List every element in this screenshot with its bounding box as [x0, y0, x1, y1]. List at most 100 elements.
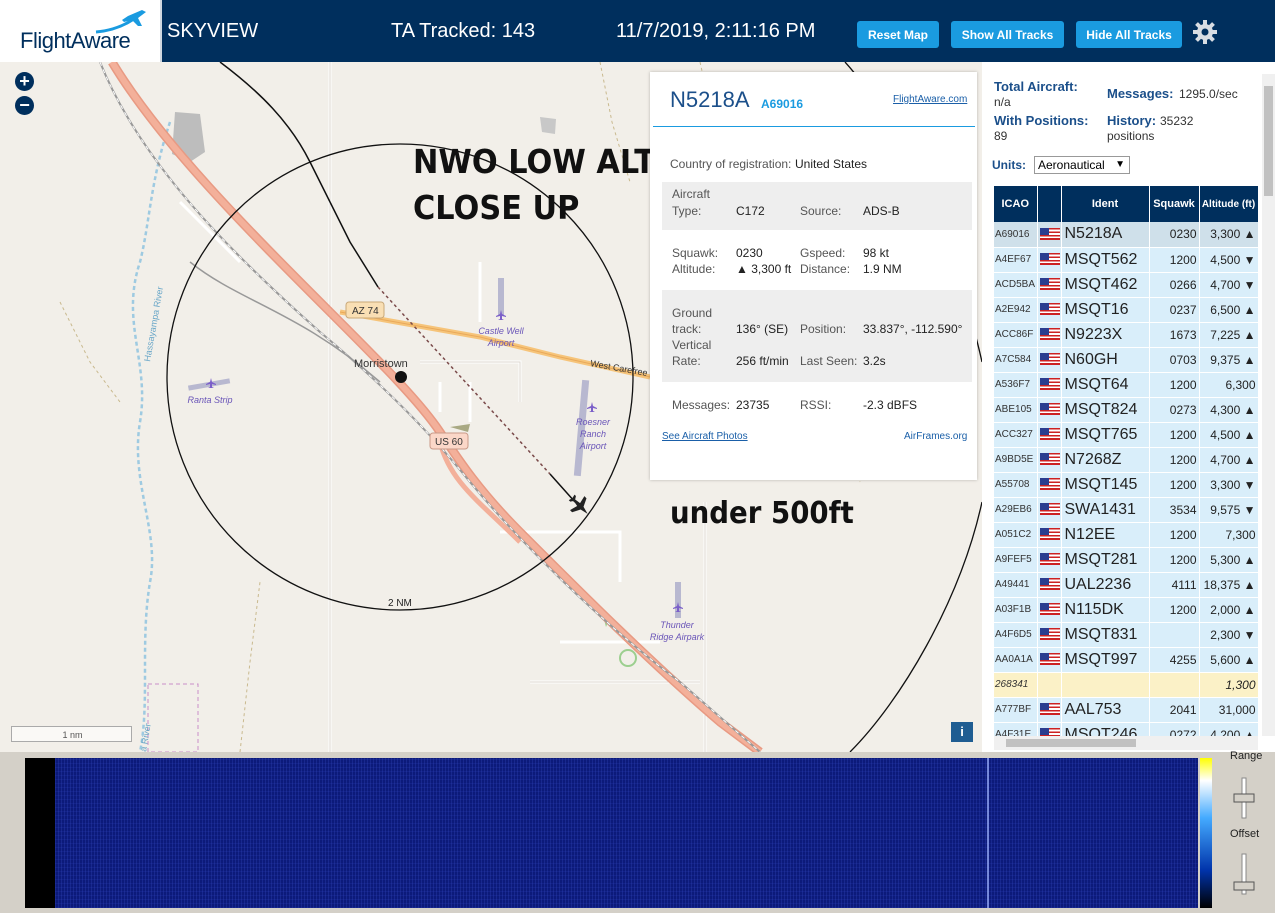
waterfall-colorbar	[1200, 758, 1212, 908]
us-flag-icon	[1039, 553, 1060, 566]
flightaware-logo[interactable]: FlightAware	[0, 0, 162, 62]
column-header-icao[interactable]: ICAO	[994, 186, 1038, 222]
column-header-squawk[interactable]: Squawk	[1149, 186, 1200, 222]
row-altitude: 6,300	[1199, 372, 1258, 398]
row-ident: MSQT831	[1061, 622, 1150, 648]
us-flag-icon	[1039, 303, 1060, 316]
row-icao: A4EF67	[994, 247, 1038, 273]
column-header-flag[interactable]	[1037, 186, 1062, 222]
table-row[interactable]: A29EB6 SWA1431 3534 9,575 ▼	[994, 497, 1258, 523]
us-flag-icon	[1039, 653, 1060, 666]
row-squawk: 1200	[1149, 597, 1200, 623]
row-icao: A4F6D5	[994, 622, 1038, 648]
row-altitude: 6,500 ▲	[1199, 297, 1258, 323]
column-header-ident[interactable]: Ident	[1061, 186, 1150, 222]
vertical-scroll-thumb[interactable]	[1264, 86, 1273, 196]
row-icao: A9BD5E	[994, 447, 1038, 473]
row-squawk: 1200	[1149, 547, 1200, 573]
zoom-in-button[interactable]: +	[15, 72, 34, 91]
row-icao: A03F1B	[994, 597, 1038, 623]
logo-text: FlightAware	[20, 28, 131, 53]
table-row[interactable]: ACC86F N9223X 1673 7,225 ▲	[994, 322, 1258, 348]
table-row[interactable]: A7C584 N60GH 0703 9,375 ▲	[994, 347, 1258, 373]
info-button[interactable]: i	[951, 722, 973, 742]
row-squawk: 0237	[1149, 297, 1200, 323]
last-seen-value: 3.2s	[863, 354, 886, 368]
horizontal-scrollbar[interactable]	[994, 736, 1258, 750]
row-flag	[1037, 547, 1062, 573]
flightaware-link[interactable]: FlightAware.com	[893, 94, 967, 105]
table-row[interactable]: A49441 UAL2236 4111 18,375 ▲	[994, 572, 1258, 598]
row-altitude: 5,600 ▲	[1199, 647, 1258, 673]
table-row[interactable]: A03F1B N115DK 1200 2,000 ▲	[994, 597, 1258, 623]
table-row[interactable]: A9FEF5 MSQT281 1200 5,300 ▲	[994, 547, 1258, 573]
roesner-label: Roesner	[576, 417, 611, 427]
us60-label: US 60	[435, 437, 463, 448]
az74-label: AZ 74	[352, 306, 379, 317]
row-squawk: 1200	[1149, 422, 1200, 448]
table-row[interactable]: ACD5BA MSQT462 0266 4,700 ▼	[994, 272, 1258, 298]
table-row[interactable]: A69016 N5218A 0230 3,300 ▲	[994, 222, 1258, 248]
us-flag-icon	[1039, 503, 1060, 516]
row-squawk	[1149, 622, 1200, 648]
row-ident: MSQT64	[1061, 372, 1150, 398]
table-row[interactable]: A536F7 MSQT64 1200 6,300	[994, 372, 1258, 398]
column-header-altitude[interactable]: Altitude (ft)	[1199, 186, 1258, 222]
horizontal-scroll-thumb[interactable]	[1006, 739, 1136, 747]
table-row[interactable]: A4EF67 MSQT562 1200 4,500 ▼	[994, 247, 1258, 273]
table-row[interactable]: A55708 MSQT145 1200 3,300 ▼	[994, 472, 1258, 498]
skyview-app: FlightAware SKYVIEW TA Tracked: 143 11/7…	[0, 0, 1275, 913]
hide-all-tracks-button[interactable]: Hide All Tracks	[1076, 21, 1182, 48]
reset-map-button[interactable]: Reset Map	[857, 21, 939, 48]
aircraft-sidebar: Total Aircraft: n/a Messages: 1295.0/sec…	[982, 62, 1275, 752]
row-icao: 268341	[994, 672, 1038, 698]
table-row[interactable]: A777BF AAL753 2041 31,000	[994, 697, 1258, 723]
row-squawk: 1200	[1149, 447, 1200, 473]
zoom-out-button[interactable]: −	[15, 96, 34, 115]
table-row[interactable]: AA0A1A MSQT997 4255 5,600 ▲	[994, 647, 1258, 673]
us-flag-icon	[1039, 378, 1060, 391]
show-all-tracks-button[interactable]: Show All Tracks	[951, 21, 1064, 48]
row-altitude: 9,375 ▲	[1199, 347, 1258, 373]
ground-track-value: 136° (SE)	[736, 322, 789, 336]
row-squawk: 4255	[1149, 647, 1200, 673]
row-ident: MSQT281	[1061, 547, 1150, 573]
popup-divider	[653, 126, 975, 127]
row-ident: SWA1431	[1061, 497, 1150, 523]
row-flag	[1037, 572, 1062, 598]
row-squawk: 1673	[1149, 322, 1200, 348]
aircraft-photos-link[interactable]: See Aircraft Photos	[662, 431, 748, 442]
row-squawk: 1200	[1149, 472, 1200, 498]
popup-icao: A69016	[761, 97, 804, 111]
table-row[interactable]: ACC327 MSQT765 1200 4,500 ▲	[994, 422, 1258, 448]
row-flag	[1037, 272, 1062, 298]
table-row[interactable]: A2E942 MSQT16 0237 6,500 ▲	[994, 297, 1258, 323]
current-datetime: 11/7/2019, 2:11:16 PM	[616, 20, 816, 42]
offset-slider[interactable]	[1232, 852, 1256, 896]
row-ident: N5218A	[1061, 222, 1150, 248]
altitude-label: Altitude:	[672, 262, 716, 276]
table-row[interactable]: A051C2 N12EE 1200 7,300	[994, 522, 1258, 548]
row-altitude: 7,225 ▲	[1199, 322, 1258, 348]
units-select[interactable]: Aeronautical ▼	[1034, 156, 1130, 174]
row-squawk: 1200	[1149, 247, 1200, 273]
vertical-scrollbar[interactable]	[1262, 74, 1275, 736]
range-slider[interactable]	[1232, 776, 1256, 820]
table-row[interactable]: A9BD5E N7268Z 1200 4,700 ▲	[994, 447, 1258, 473]
row-flag	[1037, 697, 1062, 723]
table-row[interactable]: ABE105 MSQT824 0273 4,300 ▲	[994, 397, 1258, 423]
roesner-label-2: Ranch	[580, 429, 606, 439]
distance-value: 1.9 NM	[863, 262, 902, 276]
gear-icon[interactable]	[1192, 19, 1218, 45]
ground-track-label-2: track:	[672, 322, 702, 336]
squawk-value: 0230	[736, 246, 763, 260]
table-row[interactable]: 268341 1,300	[994, 672, 1258, 698]
table-row[interactable]: A4F6D5 MSQT831 2,300 ▼	[994, 622, 1258, 648]
units-select-value: Aeronautical	[1038, 158, 1105, 172]
row-flag	[1037, 522, 1062, 548]
row-icao: ACC327	[994, 422, 1038, 448]
row-squawk: 0703	[1149, 347, 1200, 373]
airframes-link[interactable]: AirFrames.org	[904, 431, 967, 442]
row-flag	[1037, 397, 1062, 423]
position-value: 33.837°, -112.590°	[863, 322, 963, 336]
